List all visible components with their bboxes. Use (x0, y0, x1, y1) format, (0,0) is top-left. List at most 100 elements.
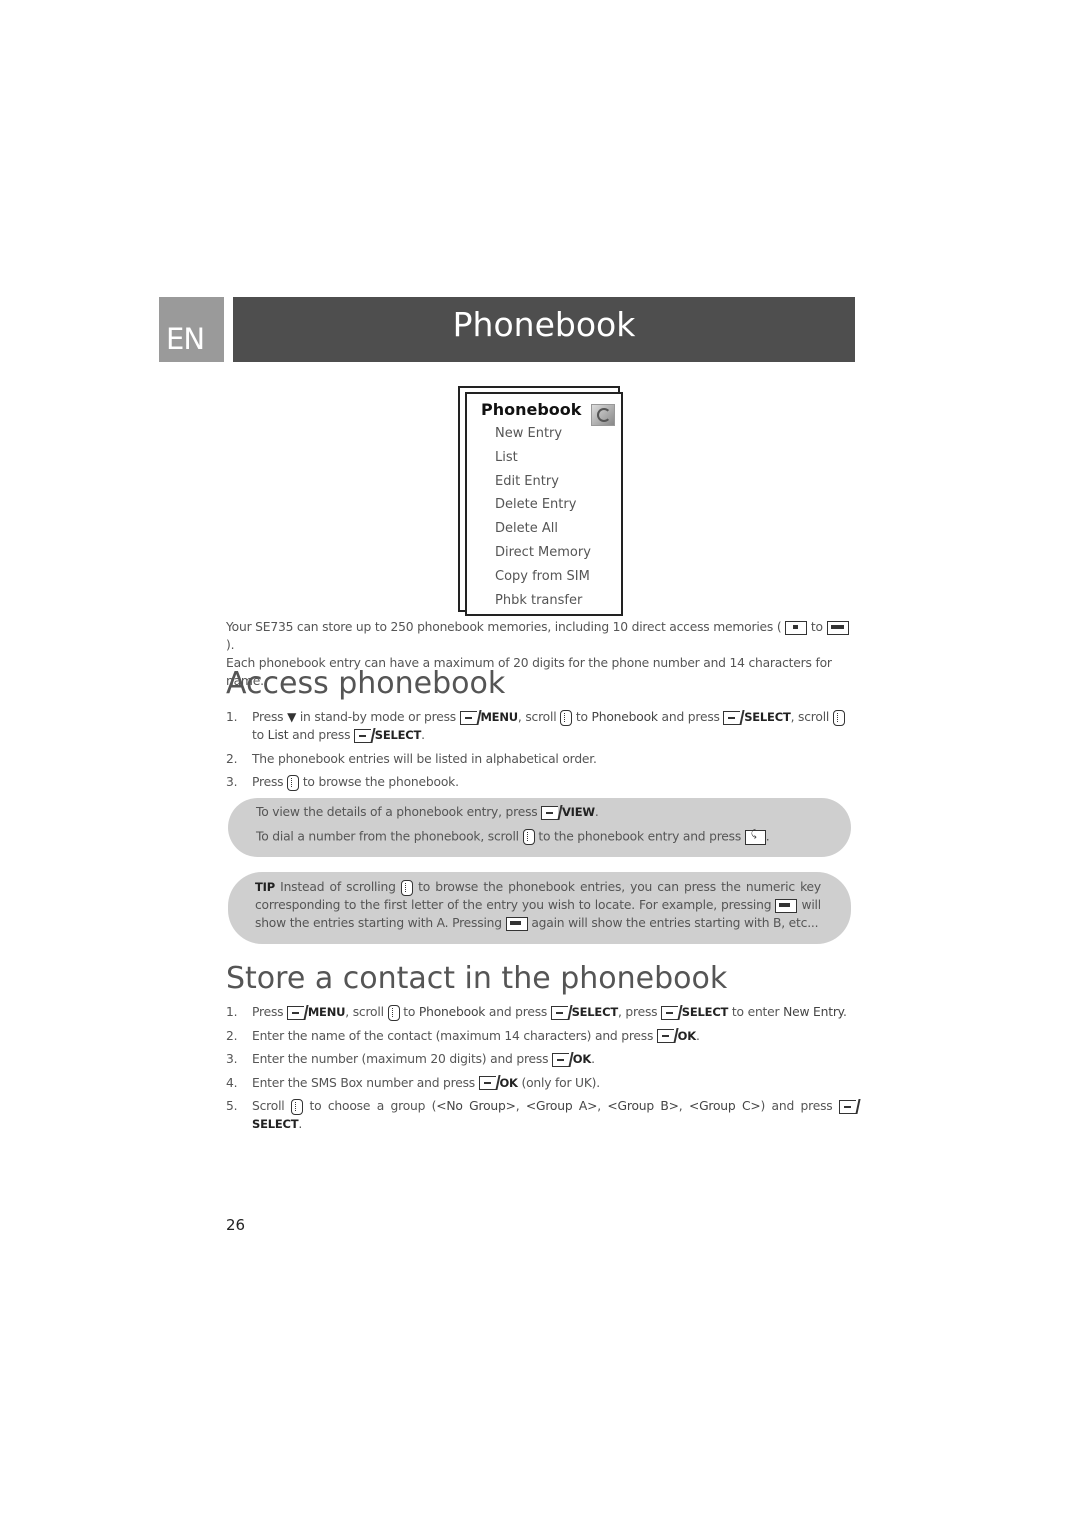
menu-item-edit-entry: Edit Entry (495, 473, 559, 489)
note-line-1: To view the details of a phonebook entry… (256, 805, 599, 820)
step-text: to (575, 710, 588, 724)
key-2-icon (775, 898, 798, 913)
key-label-ok: OK (677, 1028, 697, 1043)
softkey-icon (656, 1029, 674, 1043)
softkey-icon (661, 1005, 679, 1020)
step-text: and press (661, 710, 720, 724)
softkey-icon (541, 805, 559, 820)
step-text: . (298, 1117, 303, 1131)
step-text: to choose a group ( (309, 1099, 437, 1113)
nav-key-icon (387, 1004, 400, 1021)
step-text: to browse the phonebook. (302, 775, 459, 789)
phonebook-key-icon: ▼ (287, 710, 297, 724)
softkey-icon (550, 1005, 568, 1020)
step-text: (only for UK). (521, 1075, 600, 1090)
menu-item-direct-memory: Direct Memory (495, 544, 591, 560)
key-label-select: SELECT (252, 1117, 299, 1131)
step-number: 5. (226, 1099, 238, 1113)
phone-menu-screen: Phonebook New Entry List Edit Entry Dele… (465, 392, 623, 616)
step-text: Scroll (252, 1099, 285, 1113)
key-label-menu: MENU (480, 710, 518, 724)
key-label-select: SELECT (374, 728, 422, 742)
tip-text-part: again will show the entries starting wit… (531, 916, 819, 930)
note-text: To view the details of a phonebook entry… (256, 805, 538, 819)
step: 4. Enter the SMS Box number and press OK… (226, 1074, 856, 1092)
nav-key-icon (287, 774, 300, 791)
step-number: 3. (226, 1052, 238, 1066)
softkey-icon (354, 728, 372, 743)
step-text: Enter the SMS Box number and press (252, 1075, 476, 1090)
step-number: 3. (226, 775, 238, 789)
step-text: to enter (731, 1005, 780, 1019)
menu-ref-new-entry: New Entry (783, 1005, 844, 1019)
tip-text-part: Instead of scrolling (280, 880, 396, 894)
language-badge-label: EN (166, 322, 205, 356)
step-text: . (843, 1005, 847, 1019)
group-option: <Group A> (525, 1099, 598, 1113)
menu-item-phbk-transfer: Phbk transfer (495, 592, 583, 608)
step: 1. Press MENU, scroll to Phonebook and p… (226, 1003, 856, 1021)
step-text: and press (292, 728, 351, 742)
intro-text: ). (226, 638, 235, 652)
key-label-ok: OK (499, 1075, 518, 1090)
key-0-icon (785, 620, 808, 635)
nav-key-icon (560, 709, 573, 726)
note-line-2: To dial a number from the phonebook, scr… (256, 829, 770, 845)
step-number: 1. (226, 710, 238, 724)
softkey-icon (723, 710, 741, 725)
step: 3. Enter the number (maximum 20 digits) … (226, 1050, 856, 1068)
softkey-icon (478, 1076, 496, 1090)
intro-text: Your SE735 can store up to 250 phonebook… (226, 620, 782, 634)
step-number: 4. (226, 1075, 238, 1090)
menu-item-delete-all: Delete All (495, 521, 558, 537)
note-text: To dial a number from the phonebook, scr… (256, 829, 519, 844)
key-2-icon (505, 916, 528, 931)
menu-ref-list: List (267, 728, 289, 742)
step-text: Enter the number (maximum 20 digits) and… (252, 1052, 549, 1066)
note-text: . (765, 829, 770, 844)
softkey-icon (287, 1005, 305, 1020)
step-text: in stand-by mode or press (299, 710, 456, 724)
heading-access-phonebook: Access phonebook (226, 666, 506, 701)
menu-item-delete-entry: Delete Entry (495, 497, 577, 513)
step-number: 2. (226, 751, 238, 766)
key-9-icon (826, 620, 849, 635)
key-label-select: SELECT (571, 1005, 619, 1019)
menu-item-copy-from-sim: Copy from SIM (495, 568, 590, 584)
note-text: to the phonebook entry and press (538, 829, 742, 844)
intro-text: to (810, 620, 823, 634)
step-text: Press (252, 775, 284, 789)
step-text: to (403, 1005, 416, 1019)
softkey-icon (838, 1099, 856, 1114)
step-number: 2. (226, 1028, 238, 1043)
note-text: . (594, 805, 599, 819)
step-text: , press (617, 1005, 658, 1019)
menu-ref-phonebook: Phonebook (591, 710, 658, 724)
heading-store-contact: Store a contact in the phonebook (226, 961, 728, 996)
phone-menu-title: Phonebook (481, 400, 582, 419)
step-text: to (252, 728, 264, 742)
step: 3. Press to browse the phonebook. (226, 773, 856, 791)
menu-item-list: List (495, 449, 518, 465)
nav-key-icon (400, 879, 413, 896)
nav-key-icon (832, 709, 845, 726)
page-number: 26 (226, 1216, 246, 1234)
step-text: Enter the name of the contact (maximum 1… (252, 1028, 654, 1043)
key-label-select: SELECT (744, 710, 791, 724)
step: 1. Press ▼ in stand-by mode or press MEN… (226, 708, 856, 744)
step: 2. The phonebook entries will be listed … (226, 750, 856, 768)
key-label-select: SELECT (681, 1005, 729, 1019)
softkey-icon (552, 1052, 570, 1067)
call-key-icon (744, 829, 766, 845)
step-text: . (421, 728, 425, 742)
language-badge: EN (159, 297, 224, 362)
menu-item-new-entry: New Entry (495, 426, 563, 441)
step-text: Press (252, 1005, 284, 1019)
softkey-icon (459, 710, 477, 725)
step-text: ) and press (760, 1099, 833, 1113)
key-label-view: VIEW (561, 805, 595, 819)
step-text: . (695, 1028, 700, 1043)
step-text: Press (252, 710, 284, 724)
nav-key-icon (290, 1098, 303, 1115)
phone-menu-list: New Entry List Edit Entry Delete Entry D… (495, 424, 591, 614)
